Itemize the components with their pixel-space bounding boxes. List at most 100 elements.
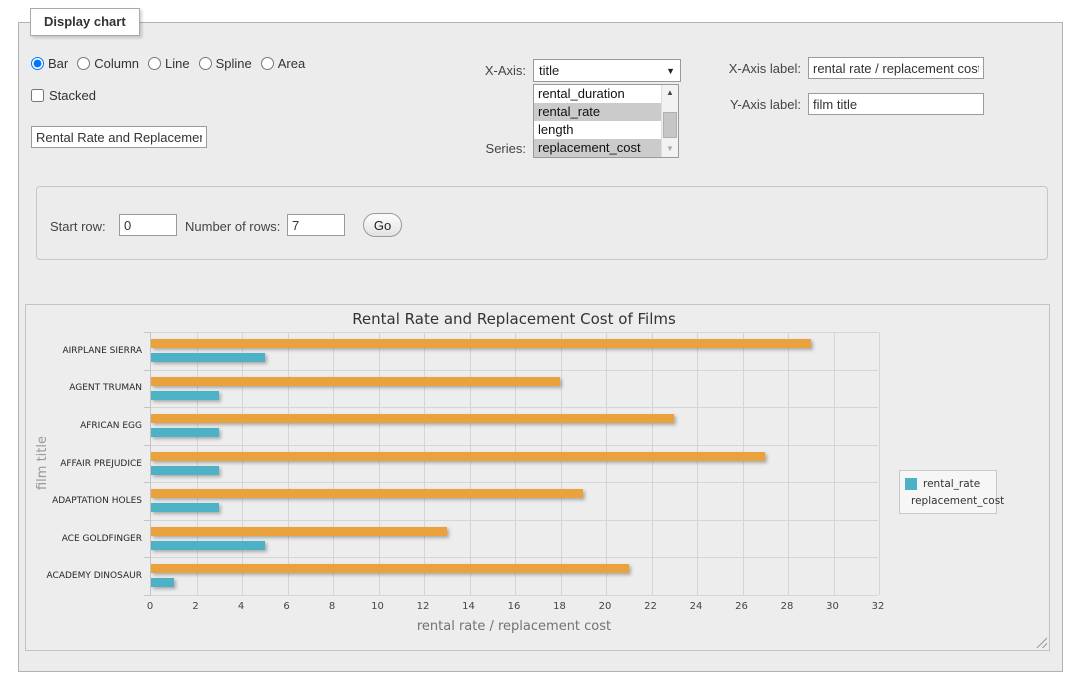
legend-item-rental_rate[interactable]: rental_rate [905,475,991,492]
gridline-horizontal [151,445,878,446]
gridline-vertical [242,332,243,595]
gridline-vertical [834,332,835,595]
category-label: AFFAIR PREJUDICE [24,459,142,469]
gridline-vertical [197,332,198,595]
series-multiselect[interactable]: rental_durationrental_ratelengthreplacem… [533,84,679,158]
x-tick-label: 6 [272,601,302,612]
gridline-vertical [424,332,425,595]
bar-rental_rate [151,578,174,587]
chart-type-radio-spline[interactable] [199,57,212,70]
chart-type-group: Bar Column Line Spline Area [31,56,305,71]
series-option-replacement_cost[interactable]: replacement_cost [534,139,661,157]
bar-rental_rate [151,466,219,475]
chart-type-spline[interactable]: Spline [199,56,252,71]
chart-type-label: Area [278,56,305,71]
gridline-horizontal [151,595,878,596]
x-tick-label: 2 [181,601,211,612]
bar-rental_rate [151,353,265,362]
row-controls-panel: Start row: Number of rows: Go [36,186,1048,260]
bar-replacement_cost [151,527,447,536]
display-chart-panel: Display chart BarColumnLineSplineArea St… [18,22,1063,672]
go-button[interactable]: Go [363,213,402,237]
stacked-checkbox-row[interactable]: Stacked [31,88,96,103]
x-tick-label: 28 [772,601,802,612]
chart-type-bar[interactable]: Bar [31,56,68,71]
start-row-input[interactable] [119,214,177,236]
x-tick-label: 20 [590,601,620,612]
chart-title: Rental Rate and Replacement Cost of Film… [150,310,878,328]
bar-replacement_cost [151,414,674,423]
chart-type-radio-column[interactable] [77,57,90,70]
gridline-horizontal [151,407,878,408]
chart-type-label: Spline [216,56,252,71]
x-axis-title: rental rate / replacement cost [150,619,878,634]
x-tick-label: 16 [499,601,529,612]
category-label: ACE GOLDFINGER [24,534,142,544]
gridline-vertical [515,332,516,595]
gridline-vertical [333,332,334,595]
gridline-vertical [288,332,289,595]
category-tick [144,407,151,408]
category-tick [144,557,151,558]
x-tick-label: 18 [545,601,575,612]
chart-type-radio-area[interactable] [261,57,274,70]
series-option-rental_duration[interactable]: rental_duration [534,85,661,103]
series-scrollbar[interactable]: ▲ ▼ [661,85,678,157]
category-tick [144,332,151,333]
bar-rental_rate [151,428,219,437]
bar-rental_rate [151,391,219,400]
x-tick-label: 26 [727,601,757,612]
y-axis-label-label: Y-Axis label: [709,97,801,112]
chart-type-radio-line[interactable] [148,57,161,70]
x-tick-label: 14 [454,601,484,612]
bar-replacement_cost [151,377,560,386]
series-option-length[interactable]: length [534,121,661,139]
x-axis-label-input[interactable] [808,57,984,79]
series-option-rental_rate[interactable]: rental_rate [534,103,661,121]
plot-area [150,332,878,595]
resize-handle-icon[interactable] [1036,637,1047,648]
stacked-checkbox[interactable] [31,89,44,102]
chart-type-line[interactable]: Line [148,56,190,71]
x-tick-label: 32 [863,601,893,612]
gridline-vertical [379,332,380,595]
number-of-rows-label: Number of rows: [185,219,280,234]
chart-legend: rental_ratereplacement_cost [899,470,997,514]
bar-replacement_cost [151,489,583,498]
legend-item-replacement_cost[interactable]: replacement_cost [905,492,991,509]
gridline-horizontal [151,332,878,333]
x-tick-label: 30 [818,601,848,612]
x-axis-selected-value: title [539,63,666,78]
chart-type-area[interactable]: Area [261,56,305,71]
number-of-rows-input[interactable] [287,214,345,236]
x-tick-label: 10 [363,601,393,612]
legend-label: replacement_cost [911,495,1004,507]
gridline-horizontal [151,370,878,371]
chart-type-label: Bar [48,56,68,71]
category-label: AFRICAN EGG [24,421,142,431]
chart-title-input[interactable] [31,126,207,148]
gridline-horizontal [151,520,878,521]
gridline-vertical [470,332,471,595]
gridline-horizontal [151,557,878,558]
bar-replacement_cost [151,564,629,573]
category-label: AGENT TRUMAN [24,383,142,393]
chart-type-radio-bar[interactable] [31,57,44,70]
gridline-vertical [743,332,744,595]
start-row-label: Start row: [50,219,106,234]
gridline-vertical [788,332,789,595]
bar-rental_rate [151,503,219,512]
x-axis-label-label: X-Axis label: [709,61,801,76]
category-tick [144,520,151,521]
y-axis-label-input[interactable] [808,93,984,115]
scroll-thumb[interactable] [663,112,677,138]
chart-type-column[interactable]: Column [77,56,139,71]
scroll-down-icon[interactable]: ▼ [662,141,678,157]
x-axis-select[interactable]: title ▼ [533,59,681,82]
gridline-horizontal [151,482,878,483]
x-tick-label: 24 [681,601,711,612]
chart-type-label: Line [165,56,190,71]
chart-container: Rental Rate and Replacement Cost of Film… [25,304,1050,651]
gridline-vertical [879,332,880,595]
scroll-up-icon[interactable]: ▲ [662,85,678,101]
